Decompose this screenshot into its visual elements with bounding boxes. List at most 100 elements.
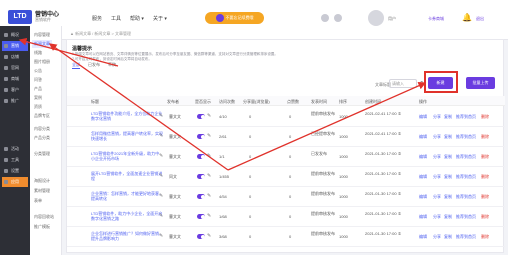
edit-pencil-icon[interactable]: ✎ — [159, 153, 163, 159]
sidebar-item-apps[interactable]: 应用 — [2, 177, 28, 187]
bulk-upload-button[interactable]: 批量上传 — [466, 77, 495, 89]
row-action-link[interactable]: 推荐到首页 — [456, 154, 476, 160]
sidebar-item-shop[interactable]: 店铺 — [2, 52, 28, 62]
row-action-link[interactable]: 删除 — [481, 214, 489, 220]
visibility-toggle[interactable] — [197, 134, 205, 139]
sidebar-item-customer[interactable]: 客户 — [2, 85, 28, 95]
sub-nav-item[interactable]: 公告 — [34, 68, 42, 74]
row-action-link[interactable]: 推荐到首页 — [456, 114, 476, 120]
article-title-link[interactable]: LTD营销软件2021年全新升级，助力中小企业开拓市场 — [91, 151, 163, 162]
tab-all[interactable]: 全部 — [72, 62, 80, 69]
row-action-link[interactable]: 分享 — [433, 234, 441, 240]
row-action-link[interactable]: 删除 — [481, 194, 489, 200]
article-title-link[interactable]: 怎样用微信营销，提高客户转化率，实现快速增长 — [91, 131, 163, 142]
sub-nav-item[interactable]: 内容管理 — [34, 32, 50, 38]
edit-pencil-icon[interactable]: ✎ — [159, 233, 163, 239]
top-nav-item[interactable]: 工具 — [111, 15, 121, 22]
user-name[interactable]: 用户 — [388, 16, 396, 22]
avatar[interactable] — [368, 10, 384, 26]
sub-nav-item[interactable]: 内容分类 — [34, 126, 50, 132]
row-action-link[interactable]: 分享 — [433, 194, 441, 200]
edit-pencil-icon[interactable]: ✎ — [159, 173, 163, 179]
row-action-link[interactable]: 推荐到首页 — [456, 174, 476, 180]
visibility-toggle[interactable] — [197, 194, 205, 199]
tab-published[interactable]: 已发布 — [88, 62, 100, 69]
row-action-link[interactable]: 分享 — [433, 154, 441, 160]
sub-nav-item[interactable]: 图片相册 — [34, 59, 50, 65]
edit-pencil-icon[interactable]: ✎ — [207, 153, 211, 159]
sub-nav-item[interactable]: 线路 — [34, 50, 42, 56]
search-icon[interactable]: ⌕ — [420, 80, 423, 87]
sub-nav-item[interactable]: 内容回收站 — [34, 214, 54, 220]
sidebar-item-activity[interactable]: 活动 — [2, 144, 28, 154]
row-action-link[interactable]: 删除 — [481, 154, 489, 160]
help-icon[interactable] — [334, 14, 342, 22]
row-action-link[interactable]: 编辑 — [419, 234, 427, 240]
row-action-link[interactable]: 复制 — [444, 134, 452, 140]
edit-pencil-icon[interactable]: ✎ — [207, 233, 211, 239]
row-action-link[interactable]: 推荐到首页 — [456, 234, 476, 240]
row-action-link[interactable]: 删除 — [481, 134, 489, 140]
tab-draft[interactable]: 草稿 — [108, 62, 116, 69]
row-action-link[interactable]: 分享 — [433, 114, 441, 120]
edit-pencil-icon[interactable]: ✎ — [159, 213, 163, 219]
row-action-link[interactable]: 复制 — [444, 114, 452, 120]
sidebar-item-tools[interactable]: 工具 — [2, 155, 28, 165]
sidebar-item-mall[interactable]: 商城 — [2, 74, 28, 84]
row-action-link[interactable]: 复制 — [444, 154, 452, 160]
chat-icon[interactable] — [321, 14, 329, 22]
edit-pencil-icon[interactable]: ✎ — [207, 173, 211, 179]
row-action-link[interactable]: 编辑 — [419, 174, 427, 180]
row-action-link[interactable]: 复制 — [444, 174, 452, 180]
row-action-link[interactable]: 删除 — [481, 234, 489, 240]
edit-pencil-icon[interactable]: ✎ — [159, 193, 163, 199]
edit-pencil-icon[interactable]: ✎ — [207, 213, 211, 219]
top-nav-item[interactable]: 关于 ▾ — [153, 15, 167, 22]
row-action-link[interactable]: 推荐到首页 — [456, 134, 476, 140]
sub-nav-item[interactable]: 推广模板 — [34, 224, 50, 230]
sidebar-item-settings[interactable]: 设置 — [2, 166, 28, 176]
coupon-mall-link[interactable]: 卡券商城 — [428, 16, 444, 22]
top-nav-item[interactable]: 帮助 ▾ — [130, 15, 144, 22]
search-input[interactable]: 请输入 — [389, 79, 417, 88]
row-action-link[interactable]: 分享 — [433, 174, 441, 180]
article-title-link[interactable]: 企业怎样进行营销推广？如何做好营销，提升品牌影响力 — [91, 231, 163, 242]
visibility-toggle[interactable] — [197, 214, 205, 219]
row-action-link[interactable]: 分享 — [433, 214, 441, 220]
brand-logo[interactable]: LTD — [8, 10, 32, 24]
bell-icon[interactable]: 🔔 — [462, 13, 472, 22]
article-title-link[interactable]: 企业营销：怎样营销，才能更好地获客，提高转化 — [91, 191, 163, 202]
sub-nav-item[interactable]: 产品 — [34, 86, 42, 92]
sidebar-item-promotion[interactable]: 推广 — [2, 96, 28, 106]
sub-nav-item[interactable]: 品牌专区 — [34, 113, 50, 119]
article-title-link[interactable]: LTD营销软件，助力中小企业，全面开启数字化营销之路 — [91, 211, 163, 222]
visibility-toggle[interactable] — [197, 154, 205, 159]
article-title-link[interactable]: LTD营销软件功能介绍，全方位助力企业数字化营销 — [91, 111, 163, 122]
row-action-link[interactable]: 复制 — [444, 234, 452, 240]
row-action-link[interactable]: 编辑 — [419, 214, 427, 220]
row-action-link[interactable]: 复制 — [444, 214, 452, 220]
edit-pencil-icon[interactable]: ✎ — [159, 133, 163, 139]
visibility-toggle[interactable] — [197, 234, 205, 239]
edit-pencil-icon[interactable]: ✎ — [207, 133, 211, 139]
row-action-link[interactable]: 删除 — [481, 114, 489, 120]
article-title-link[interactable]: 展开LTD营销软件，全面加速企业营销进程 — [91, 171, 163, 182]
sidebar-item-overview[interactable]: 概况 — [2, 30, 28, 40]
top-nav-item[interactable]: 服务 — [92, 15, 102, 22]
edit-pencil-icon[interactable]: ✎ — [207, 113, 211, 119]
sub-nav-item[interactable]: 产品分类 — [34, 135, 50, 141]
edit-pencil-icon[interactable]: ✎ — [207, 193, 211, 199]
row-action-link[interactable]: 推荐到首页 — [456, 214, 476, 220]
visibility-toggle[interactable] — [197, 174, 205, 179]
row-action-link[interactable]: 分享 — [433, 134, 441, 140]
sidebar-item-website[interactable]: 官网 — [2, 63, 28, 73]
row-action-link[interactable]: 复制 — [444, 194, 452, 200]
sub-nav-item-news-active[interactable]: 新闻文章 — [32, 40, 52, 48]
edit-pencil-icon[interactable]: ✎ — [159, 113, 163, 119]
logout-link[interactable]: 退出 — [476, 16, 484, 22]
row-action-link[interactable]: 编辑 — [419, 154, 427, 160]
row-action-link[interactable]: 推荐到首页 — [456, 194, 476, 200]
visibility-toggle[interactable] — [197, 114, 205, 119]
sub-nav-item[interactable]: 案例 — [34, 95, 42, 101]
row-action-link[interactable]: 编辑 — [419, 134, 427, 140]
